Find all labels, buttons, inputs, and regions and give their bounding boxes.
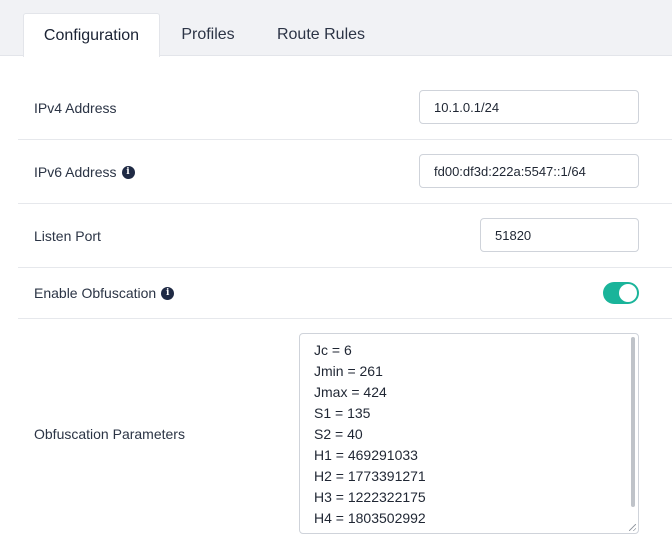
param-line: H1 = 469291033 xyxy=(314,447,418,463)
ipv6-input[interactable]: fd00:df3d:222a:5547::1/64 xyxy=(419,154,639,188)
param-line: Jmax = 424 xyxy=(314,384,387,400)
toggle-knob xyxy=(619,284,637,302)
tab-configuration[interactable]: Configuration xyxy=(23,13,160,57)
listen-port-label: Listen Port xyxy=(34,228,101,244)
ipv4-label: IPv4 Address xyxy=(34,100,117,116)
param-line: H3 = 1222322175 xyxy=(314,489,426,505)
tab-bar: Configuration Profiles Route Rules xyxy=(0,0,672,57)
ipv4-input[interactable]: 10.1.0.1/24 xyxy=(419,90,639,124)
textarea-scrollbar[interactable] xyxy=(631,337,635,507)
info-icon[interactable]: i xyxy=(121,165,135,179)
obfuscation-row: Enable Obfuscation i xyxy=(18,268,672,319)
obfuscation-params-textarea[interactable]: Jc = 6 Jmin = 261 Jmax = 424 S1 = 135 S2… xyxy=(299,333,639,534)
obfuscation-toggle[interactable] xyxy=(603,282,639,304)
listen-port-input[interactable]: 51820 xyxy=(480,218,639,252)
obfuscation-params-label: Obfuscation Parameters xyxy=(34,426,185,442)
param-line: S1 = 135 xyxy=(314,405,371,421)
param-line: Jc = 6 xyxy=(314,342,352,358)
param-line: S2 = 40 xyxy=(314,426,363,442)
tab-profiles[interactable]: Profiles xyxy=(163,13,253,57)
obfuscation-label: Enable Obfuscation xyxy=(34,285,157,301)
resize-grip-icon[interactable] xyxy=(629,524,636,531)
param-line: H4 = 1803502992 xyxy=(314,510,426,526)
param-line: Jmin = 261 xyxy=(314,363,383,379)
ipv6-label: IPv6 Address xyxy=(34,164,117,180)
obfuscation-params-lines: Jc = 6 Jmin = 261 Jmax = 424 S1 = 135 S2… xyxy=(314,340,426,529)
tab-route-rules[interactable]: Route Rules xyxy=(260,13,382,57)
info-icon[interactable]: i xyxy=(161,286,175,300)
param-line: H2 = 1773391271 xyxy=(314,468,426,484)
